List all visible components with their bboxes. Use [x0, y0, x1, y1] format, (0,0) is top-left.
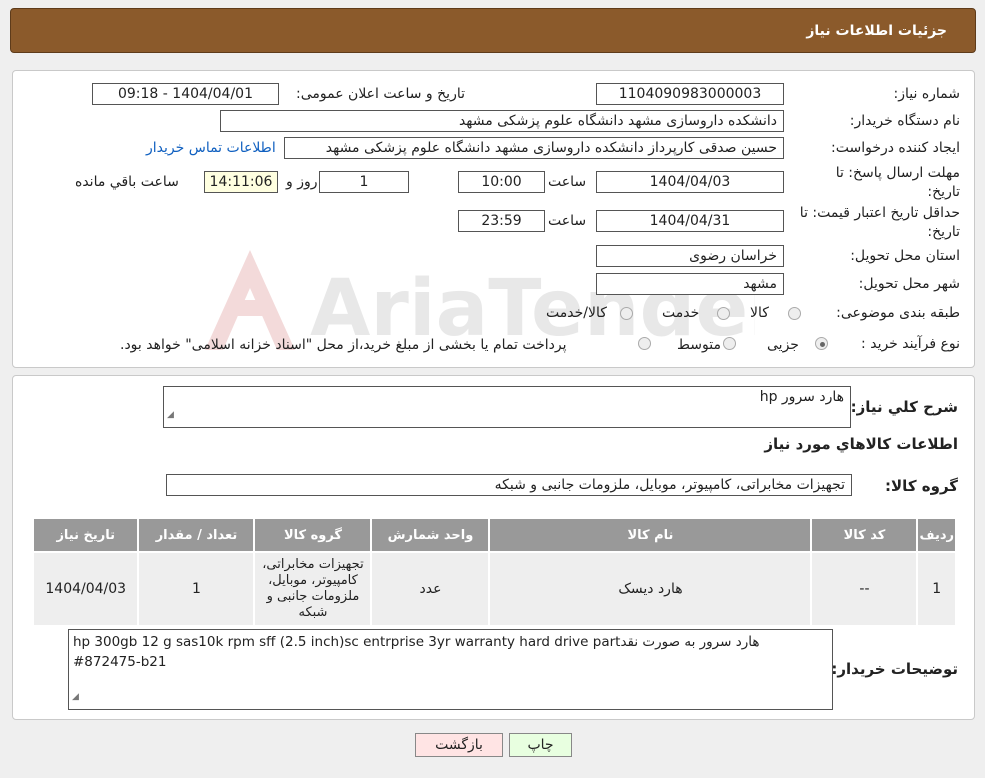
resize-handle-icon: ◢ [72, 692, 79, 702]
remaining-label: ساعت باقي مانده [75, 174, 179, 190]
validity-time-label: ساعت [548, 213, 587, 229]
table-row: 1 -- هارد دیسک عدد تجهیزات مخابراتی، کام… [31, 551, 957, 627]
remaining-time-field: 14:11:06 [204, 171, 278, 193]
deadline-date-field: 1404/04/03 [596, 171, 784, 193]
province-label: استان محل تحويل: [850, 248, 960, 264]
validity-time-field: 23:59 [458, 210, 545, 232]
category-option-goods-service: کالا/خدمت [546, 305, 607, 321]
category-option-goods: کالا [750, 305, 769, 321]
table-header-row: رديف کد کالا نام کالا واحد شمارش گروه کا… [31, 517, 957, 553]
print-button[interactable]: چاپ [509, 733, 572, 757]
deadline-time-label: ساعت [548, 174, 587, 190]
province-field: خراسان رضوی [596, 245, 784, 267]
col-row-num: رديف [916, 517, 957, 553]
goods-group-label: گروه کالا: [885, 477, 958, 495]
city-field: مشهد [596, 273, 784, 295]
category-radio-goods-service[interactable] [620, 307, 633, 320]
buyer-org-label: نام دستگاه خريدار: [849, 113, 960, 129]
process-note: پرداخت تمام یا بخشی از مبلغ خرید،از محل … [120, 337, 567, 353]
category-label: طبقه بندی موضوعی: [836, 305, 960, 321]
process-radio-treasury[interactable] [638, 337, 651, 350]
summary-text: هارد سرور hp [759, 389, 844, 405]
buyer-notes-text: هارد سرور به صورت نقدhp 300gb 12 g sas10… [73, 634, 760, 670]
process-option-minor: جزیی [767, 337, 799, 353]
creator-label: ايجاد کننده درخواست: [831, 140, 960, 156]
creator-field: حسین صدقی کارپرداز دانشکده داروسازی مشهد… [284, 137, 784, 159]
deadline-label-line2: تاریخ: [927, 184, 960, 200]
deadline-label-line1: مهلت ارسال پاسخ: تا [835, 165, 960, 181]
validity-label-line2: تاریخ: [927, 224, 960, 240]
buyer-contact-link[interactable]: اطلاعات تماس خریدار [146, 140, 276, 156]
back-button[interactable]: بازگشت [415, 733, 503, 757]
need-number-field: 1104090983000003 [596, 83, 784, 105]
announce-field: 1404/04/01 - 09:18 [92, 83, 279, 105]
page-title: جزئیات اطلاعات نیاز [806, 23, 947, 39]
buyer-org-field: دانشکده داروسازی مشهد دانشگاه علوم پزشکی… [220, 110, 784, 132]
days-label: روز و [286, 174, 318, 190]
cell-row-num: 1 [916, 551, 957, 627]
cell-goods-name: هارد دیسک [488, 551, 813, 627]
col-goods-code: کد کالا [810, 517, 919, 553]
category-option-service: خدمت [662, 305, 700, 321]
city-label: شهر محل تحويل: [858, 276, 960, 292]
page-header: جزئیات اطلاعات نیاز [10, 8, 976, 53]
validity-label-line1: حداقل تاريخ اعتبار قيمت: تا [799, 205, 960, 221]
process-radio-minor[interactable] [815, 337, 828, 350]
col-unit: واحد شمارش [370, 517, 491, 553]
col-goods-name: نام کالا [488, 517, 813, 553]
summary-textarea[interactable]: هارد سرور hp ◢ [163, 386, 851, 428]
validity-label: حداقل تاريخ اعتبار قيمت: تا تاریخ: [800, 204, 960, 242]
cell-unit: عدد [370, 551, 491, 627]
category-radio-service[interactable] [717, 307, 730, 320]
process-label: نوع فرآيند خريد : [861, 336, 960, 352]
days-field: 1 [319, 171, 409, 193]
goods-table: رديف کد کالا نام کالا واحد شمارش گروه کا… [31, 517, 957, 627]
need-number-label: شماره نیاز: [893, 86, 961, 102]
process-option-medium: متوسط [677, 337, 721, 353]
col-quantity: تعداد / مقدار [137, 517, 256, 553]
process-radio-medium[interactable] [723, 337, 736, 350]
announce-label: تاریخ و ساعت اعلان عمومی: [296, 86, 465, 102]
resize-handle-icon: ◢ [167, 410, 174, 420]
col-need-date: تاريخ نياز [31, 517, 140, 553]
cell-quantity: 1 [137, 551, 256, 627]
deadline-time-field: 10:00 [458, 171, 545, 193]
cell-goods-code: -- [810, 551, 919, 627]
cell-goods-group: تجهیزات مخابراتی، کامپیوتر، موبایل، ملزو… [253, 551, 373, 627]
buyer-notes-textarea[interactable]: هارد سرور به صورت نقدhp 300gb 12 g sas10… [68, 629, 833, 710]
buyer-notes-label: توضيحات خريدار: [831, 660, 958, 678]
col-goods-group: گروه کالا [253, 517, 373, 553]
deadline-label: مهلت ارسال پاسخ: تا تاریخ: [836, 164, 960, 202]
validity-date-field: 1404/04/31 [596, 210, 784, 232]
category-radio-goods[interactable] [788, 307, 801, 320]
goods-info-title: اطلاعات کالاهاي مورد نياز [764, 435, 958, 453]
cell-need-date: 1404/04/03 [31, 551, 140, 627]
summary-label: شرح کلي نياز: [850, 398, 958, 416]
goods-group-field: تجهیزات مخابراتی، کامپیوتر، موبایل، ملزو… [166, 474, 852, 496]
